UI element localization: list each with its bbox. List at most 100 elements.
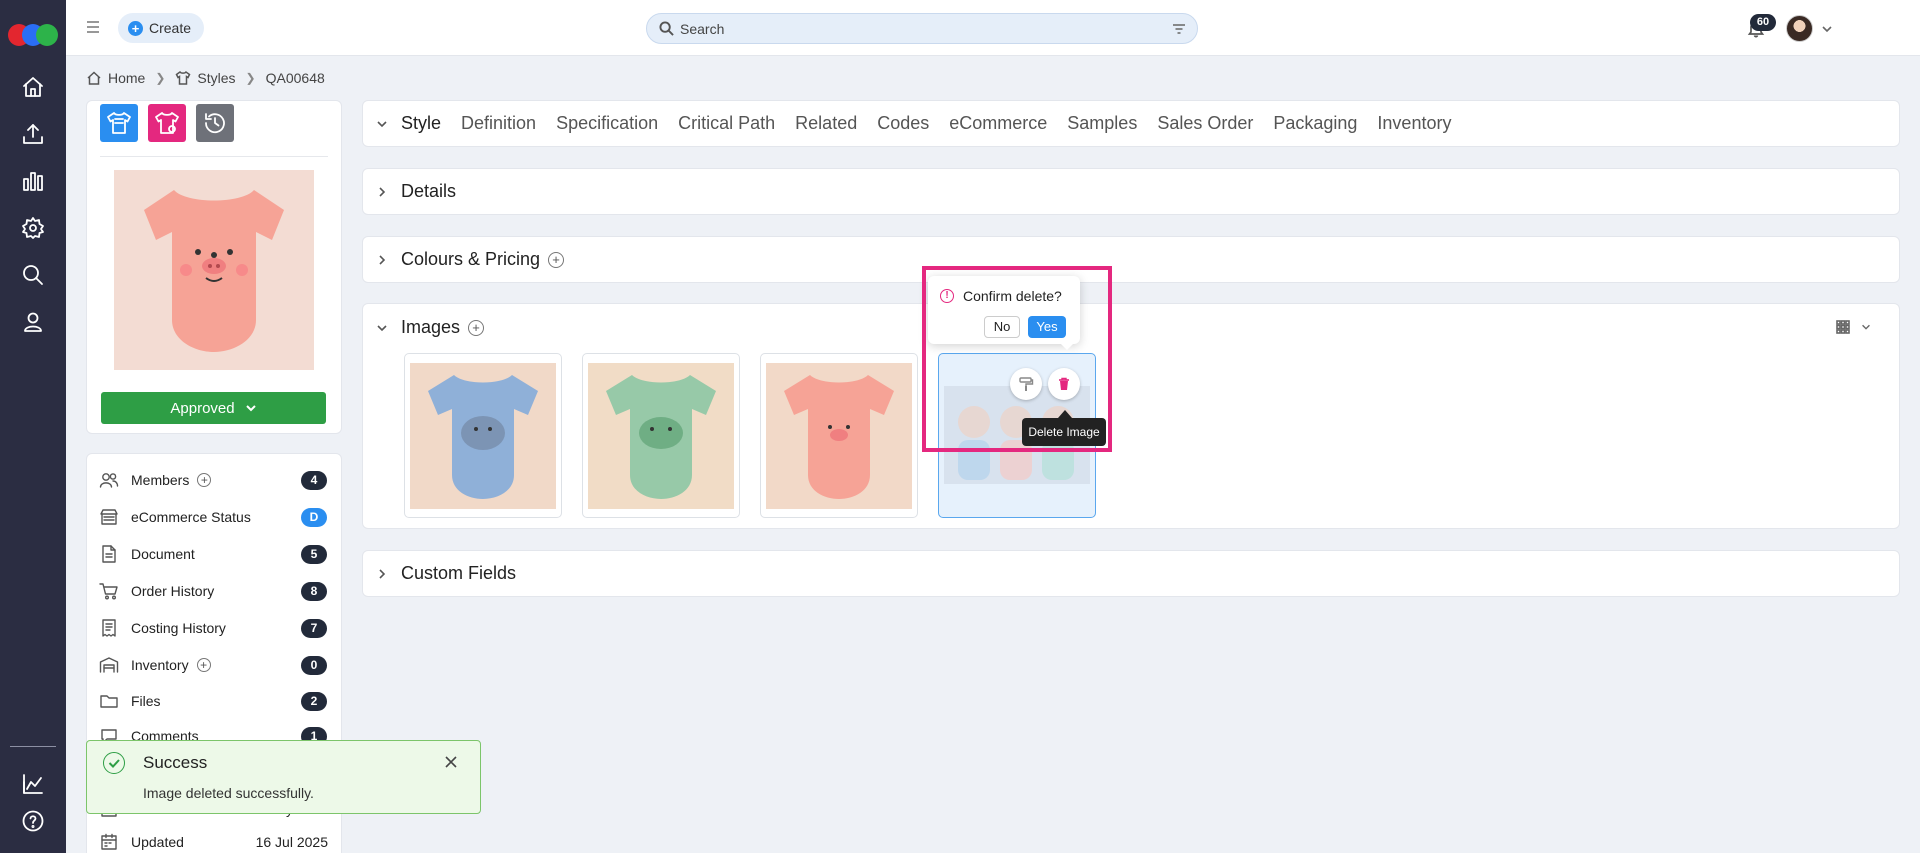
sidebar-item-label: Costing History [131, 620, 226, 636]
style-main-image[interactable] [114, 170, 314, 370]
image-thumbnail[interactable] [582, 353, 740, 518]
user-icon[interactable] [21, 310, 45, 334]
section-title: Colours & Pricing [401, 249, 541, 269]
history-icon[interactable] [196, 104, 234, 142]
sidebar-item-label: Inventory [131, 657, 189, 673]
breadcrumb: Home ❯ Styles ❯ QA00648 [86, 68, 325, 88]
section-title: Images [401, 317, 461, 337]
tab-bar: Style Definition Specification Critical … [401, 113, 1471, 134]
home-icon [87, 71, 101, 85]
upload-icon[interactable] [21, 122, 45, 146]
document-icon [99, 544, 119, 564]
notification-badge: 60 [1750, 14, 1776, 31]
create-label: Create [149, 20, 192, 36]
breadcrumb-home[interactable]: Home [108, 70, 145, 86]
tab-related[interactable]: Related [795, 113, 857, 134]
folder-icon [99, 691, 119, 711]
sidebar-item-inventory[interactable]: Inventory + 0 [86, 650, 342, 680]
chevron-right-icon[interactable] [375, 185, 389, 199]
breadcrumb-styles[interactable]: Styles [197, 70, 235, 86]
card-divider [100, 156, 328, 157]
chevron-right-icon[interactable] [375, 253, 389, 267]
tab-ecommerce[interactable]: eCommerce [949, 113, 1047, 134]
status-dropdown[interactable]: Approved [101, 392, 326, 424]
sidebar-item-members[interactable]: Members + 4 [86, 465, 342, 495]
details-section[interactable]: Details [362, 168, 1900, 215]
store-icon [99, 507, 119, 527]
tab-packaging[interactable]: Packaging [1273, 113, 1357, 134]
chevron-down-icon[interactable] [375, 117, 389, 131]
home-icon[interactable] [21, 75, 45, 99]
sidebar-item-costing-history[interactable]: Costing History 7 [86, 613, 342, 643]
tab-critical-path[interactable]: Critical Path [678, 113, 775, 134]
breadcrumb-current: QA00648 [265, 70, 325, 86]
count-badge: 5 [301, 544, 327, 564]
tab-inventory[interactable]: Inventory [1377, 113, 1451, 134]
tab-definition[interactable]: Definition [461, 113, 536, 134]
chevron-down-icon[interactable] [1820, 22, 1834, 36]
sidebar-item-order-history[interactable]: Order History 8 [86, 576, 342, 606]
status-label: Approved [170, 399, 235, 417]
image-thumbnail[interactable] [760, 353, 918, 518]
section-title-wrap: Colours & Pricing + [401, 249, 565, 270]
search-input[interactable] [680, 20, 1140, 37]
tabs-section: Style Definition Specification Critical … [362, 100, 1900, 147]
left-rail [0, 0, 66, 853]
plus-icon: + [128, 20, 143, 36]
thumbnail-image [766, 363, 912, 509]
filter-icon[interactable] [1171, 21, 1187, 37]
tab-codes[interactable]: Codes [877, 113, 929, 134]
gear-icon[interactable] [21, 216, 45, 240]
sidebar-item-updated: Updated 16 Jul 2025 [86, 827, 342, 853]
sidebar-item-label: Order History [131, 583, 215, 599]
sidebar-item-label: Updated [131, 834, 184, 850]
chart-icon[interactable] [21, 169, 45, 193]
grid-icon [1836, 320, 1850, 334]
add-image-button[interactable]: + [468, 319, 485, 336]
chevron-down-icon[interactable] [375, 321, 389, 335]
style-action-icons [100, 104, 234, 142]
count-badge: 0 [301, 655, 327, 675]
sidebar-item-label: eCommerce Status [131, 509, 251, 525]
avatar[interactable] [1786, 15, 1813, 42]
thumbnail-image [588, 363, 734, 509]
image-thumbnail[interactable] [404, 353, 562, 518]
sidebar-item-document[interactable]: Document 5 [86, 539, 342, 569]
success-toast: Success Image deleted successfully. [86, 740, 481, 814]
rail-divider [10, 746, 56, 747]
custom-fields-section[interactable]: Custom Fields [362, 550, 1900, 597]
shirt-settings-icon[interactable] [148, 104, 186, 142]
tab-specification[interactable]: Specification [556, 113, 658, 134]
layout-toggle[interactable] [1836, 320, 1872, 334]
close-icon[interactable] [443, 754, 459, 770]
cart-icon [99, 581, 119, 601]
add-member-button[interactable]: + [197, 473, 212, 487]
shirt-icon[interactable] [100, 104, 138, 142]
sidebar-item-files[interactable]: Files 2 [86, 686, 342, 716]
chevron-right-icon[interactable] [375, 567, 389, 581]
app-logo[interactable] [8, 24, 58, 46]
create-button[interactable]: + Create [118, 13, 204, 43]
search-bar[interactable] [646, 13, 1198, 44]
status-badge: D [301, 507, 327, 527]
add-colour-button[interactable]: + [548, 251, 565, 268]
updated-date: 16 Jul 2025 [255, 834, 328, 850]
tab-sales-order[interactable]: Sales Order [1157, 113, 1253, 134]
menu-icon[interactable] [84, 18, 102, 36]
search-icon [659, 21, 674, 36]
help-icon[interactable] [21, 809, 45, 833]
search-icon[interactable] [21, 263, 45, 287]
section-title-wrap: Images + [401, 317, 485, 338]
chevron-right-icon: ❯ [245, 71, 256, 85]
sidebar-item-ecommerce-status[interactable]: eCommerce Status D [86, 502, 342, 532]
shirt-icon [175, 70, 191, 85]
calendar-icon [99, 832, 119, 852]
chevron-down-icon [245, 405, 256, 412]
analytics-icon[interactable] [21, 772, 45, 796]
tab-style[interactable]: Style [401, 113, 441, 134]
tab-samples[interactable]: Samples [1067, 113, 1137, 134]
count-badge: 8 [301, 581, 327, 601]
colours-pricing-section[interactable]: Colours & Pricing + [362, 236, 1900, 283]
sidebar-item-label: Files [131, 693, 161, 709]
add-inventory-button[interactable]: + [196, 658, 211, 672]
